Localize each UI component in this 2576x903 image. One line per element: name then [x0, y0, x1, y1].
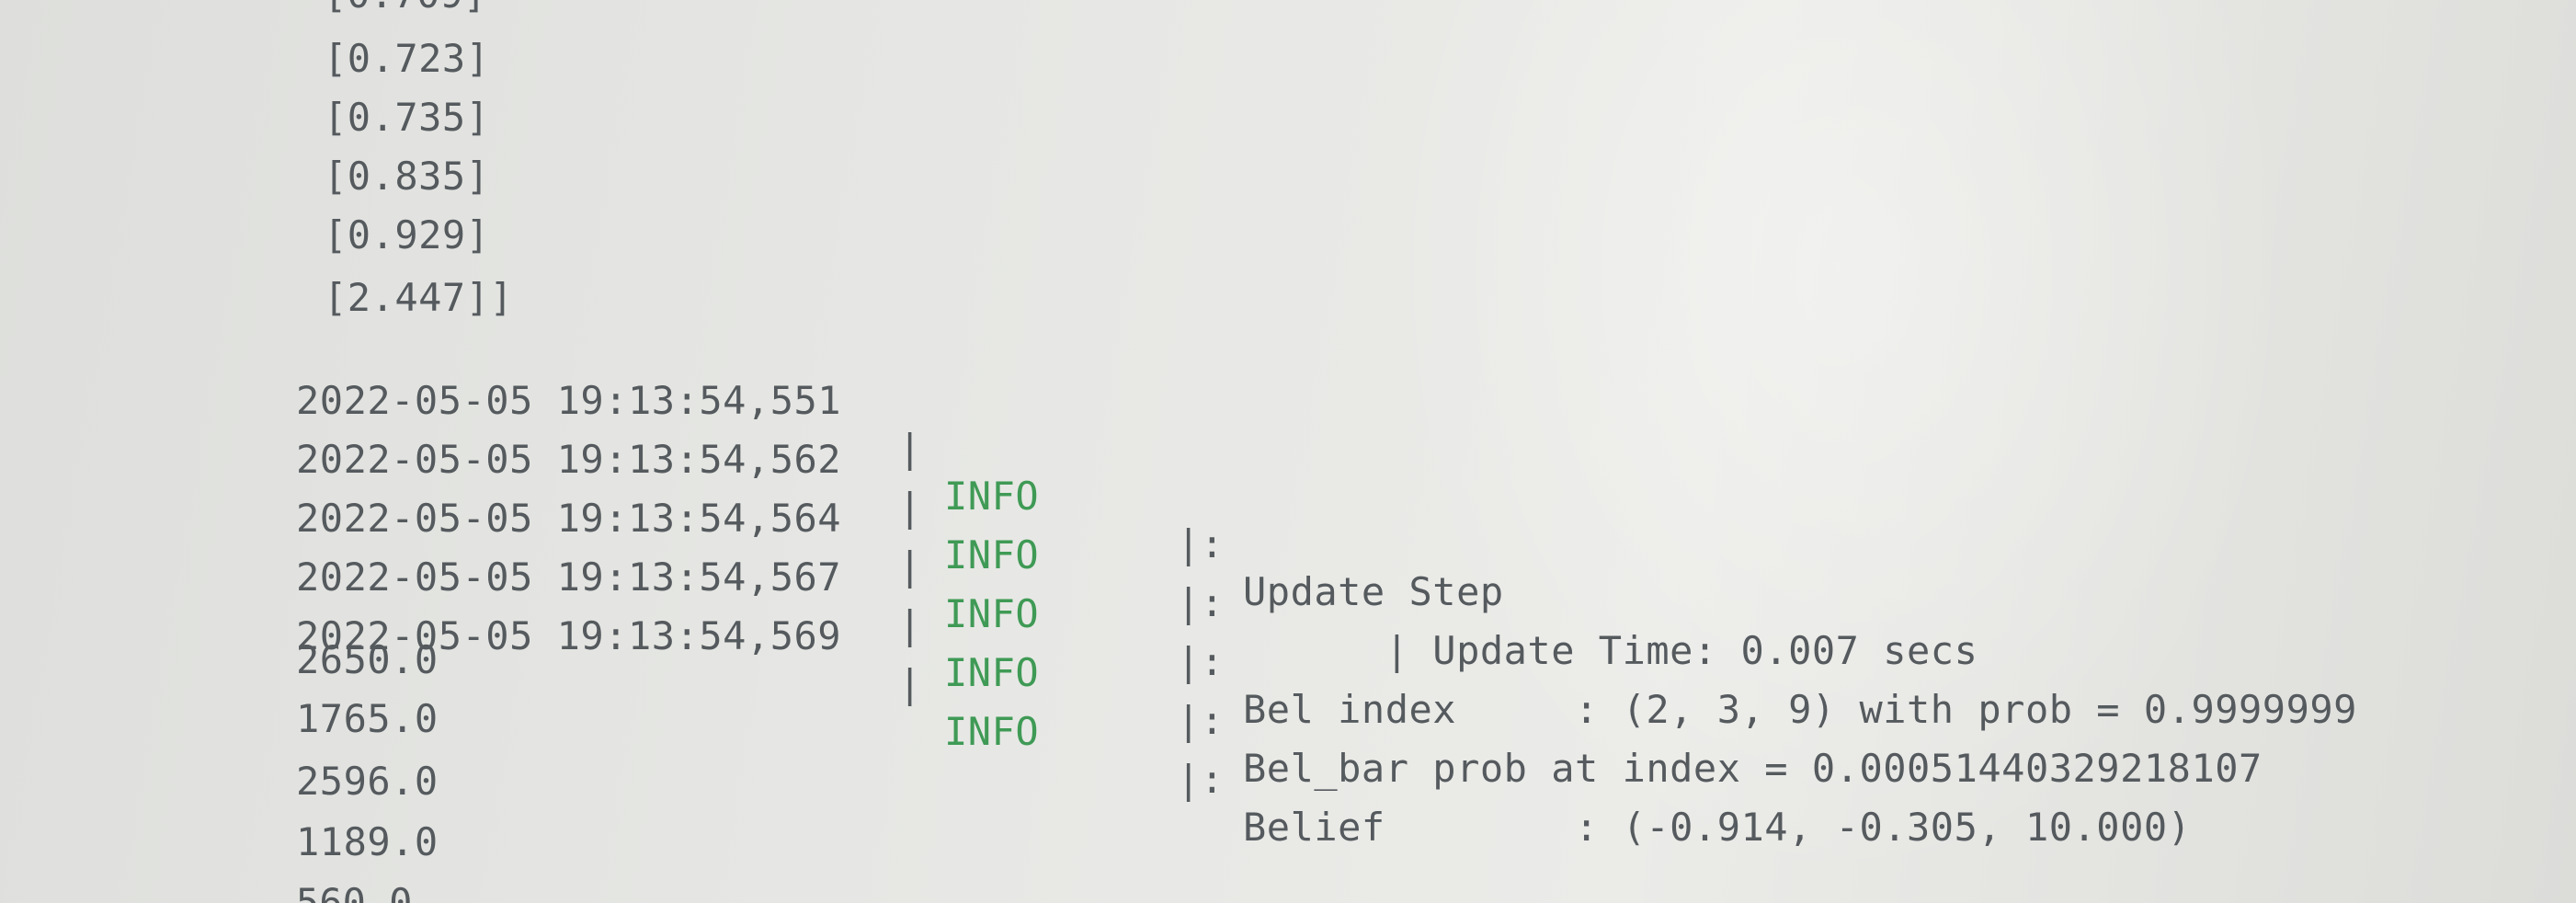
value-line: 2650.0	[296, 637, 439, 682]
array-row: [0.735]	[324, 95, 490, 140]
log-separator: |	[898, 661, 922, 706]
array-row: [0.835]	[324, 154, 490, 199]
array-row: [0.723]	[324, 36, 490, 81]
value-line: 1189.0	[296, 819, 439, 864]
terminal-output: [0.709] [0.723] [0.735] [0.835] [0.929] …	[0, 0, 2576, 903]
log-message: Belief : (-0.914, -0.305, 10.000)	[1243, 805, 2192, 850]
value-line: 1765.0	[296, 696, 439, 741]
log-level: INFO	[944, 709, 1040, 754]
value-line: 2596.0	[296, 759, 439, 804]
value-line-partial: 560.0	[296, 880, 413, 903]
array-row: [0.929]	[324, 212, 490, 257]
log-line: 2022-05-05 19:13:54,569 | INFO |: Belief…	[296, 565, 2411, 899]
array-row: [2.447]]	[324, 275, 514, 320]
array-row-partial: [0.709]	[324, 0, 486, 18]
log-bar: |:	[1177, 757, 1225, 802]
